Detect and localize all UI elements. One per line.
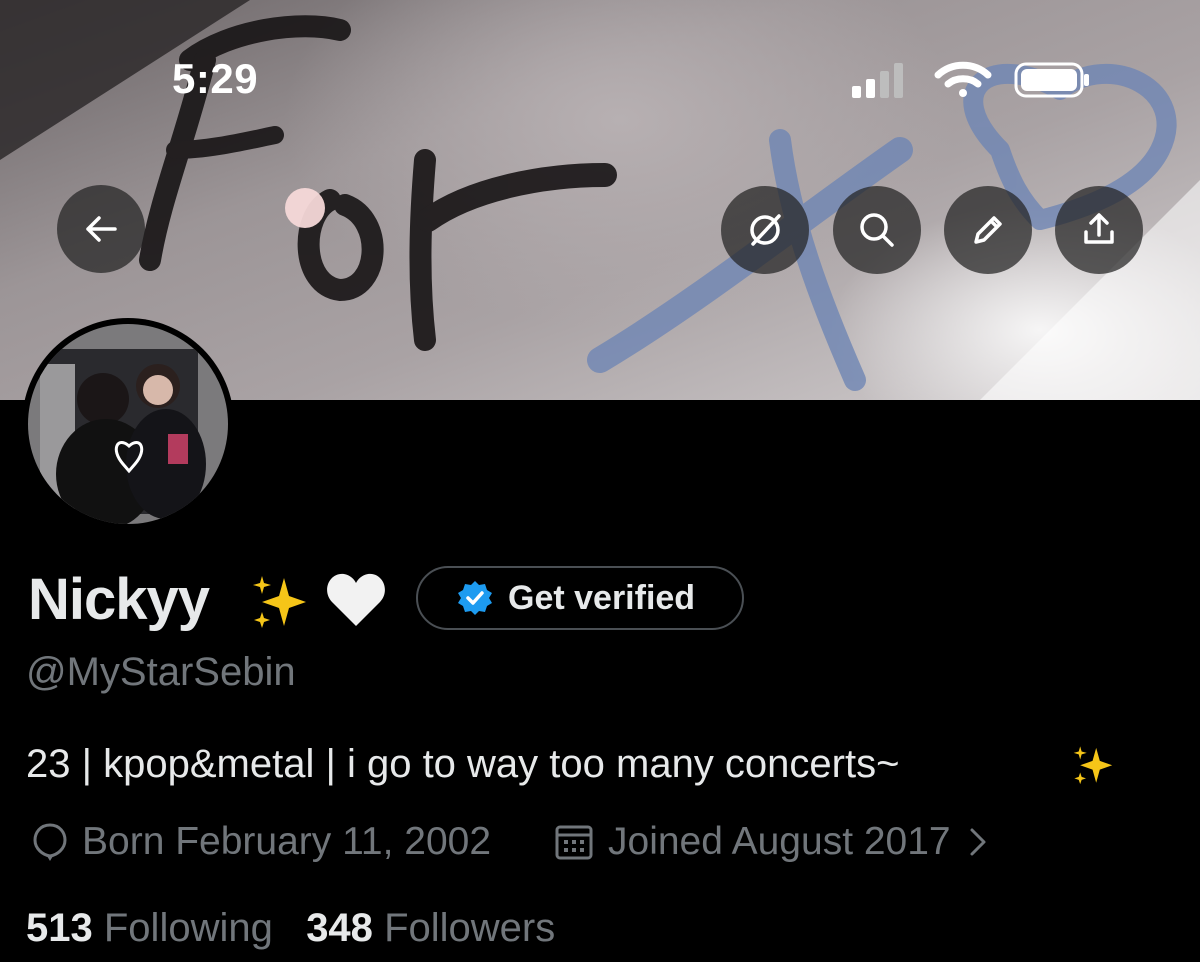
search-icon: [860, 213, 894, 247]
following-count: 513: [26, 906, 93, 950]
birthdate: Born February 11, 2002: [32, 820, 491, 864]
following-link[interactable]: 513 Following: [26, 906, 273, 950]
mute-button[interactable]: [721, 186, 809, 274]
pencil-icon: [974, 216, 1002, 244]
get-verified-label: Get verified: [508, 578, 696, 617]
bio-text: 23 | kpop&metal | i go to way too many c…: [26, 742, 900, 786]
follow-stats: 513 Following 348 Followers: [26, 906, 555, 951]
profile-avatar[interactable]: [22, 318, 234, 530]
followers-count: 348: [306, 906, 373, 950]
verified-badge-icon: [456, 579, 494, 617]
birthdate-text: Born February 11, 2002: [82, 820, 492, 863]
get-verified-button[interactable]: Get verified: [416, 566, 744, 630]
followers-link[interactable]: 348 Followers: [306, 906, 555, 950]
share-icon: [1084, 213, 1114, 244]
sparkles-icon: [253, 576, 306, 628]
join-date[interactable]: Joined August 2017: [554, 820, 993, 864]
avatar-image: [28, 324, 228, 524]
join-date-text: Joined August 2017: [608, 820, 951, 863]
search-button[interactable]: [833, 186, 921, 274]
status-time: 5:29: [172, 55, 259, 102]
edit-button[interactable]: [944, 186, 1032, 274]
battery-icon: [1014, 62, 1089, 98]
wifi-icon: [934, 61, 992, 97]
display-name: Nickyy: [28, 567, 210, 632]
back-button[interactable]: [57, 185, 145, 273]
arrow-left-icon: [86, 216, 117, 242]
username-handle: @MyStarSebin: [26, 650, 296, 694]
white-heart-icon: [327, 573, 385, 626]
share-button[interactable]: [1055, 186, 1143, 274]
calendar-icon: [555, 825, 593, 860]
sparkles-icon: [1073, 746, 1113, 785]
status-icons: [852, 61, 1089, 98]
signal-icon: [852, 63, 903, 98]
following-label: Following: [103, 906, 273, 950]
balloon-icon: [33, 823, 67, 861]
mute-icon: [750, 214, 781, 246]
chevron-right-icon: [970, 828, 986, 856]
followers-label: Followers: [384, 906, 556, 950]
